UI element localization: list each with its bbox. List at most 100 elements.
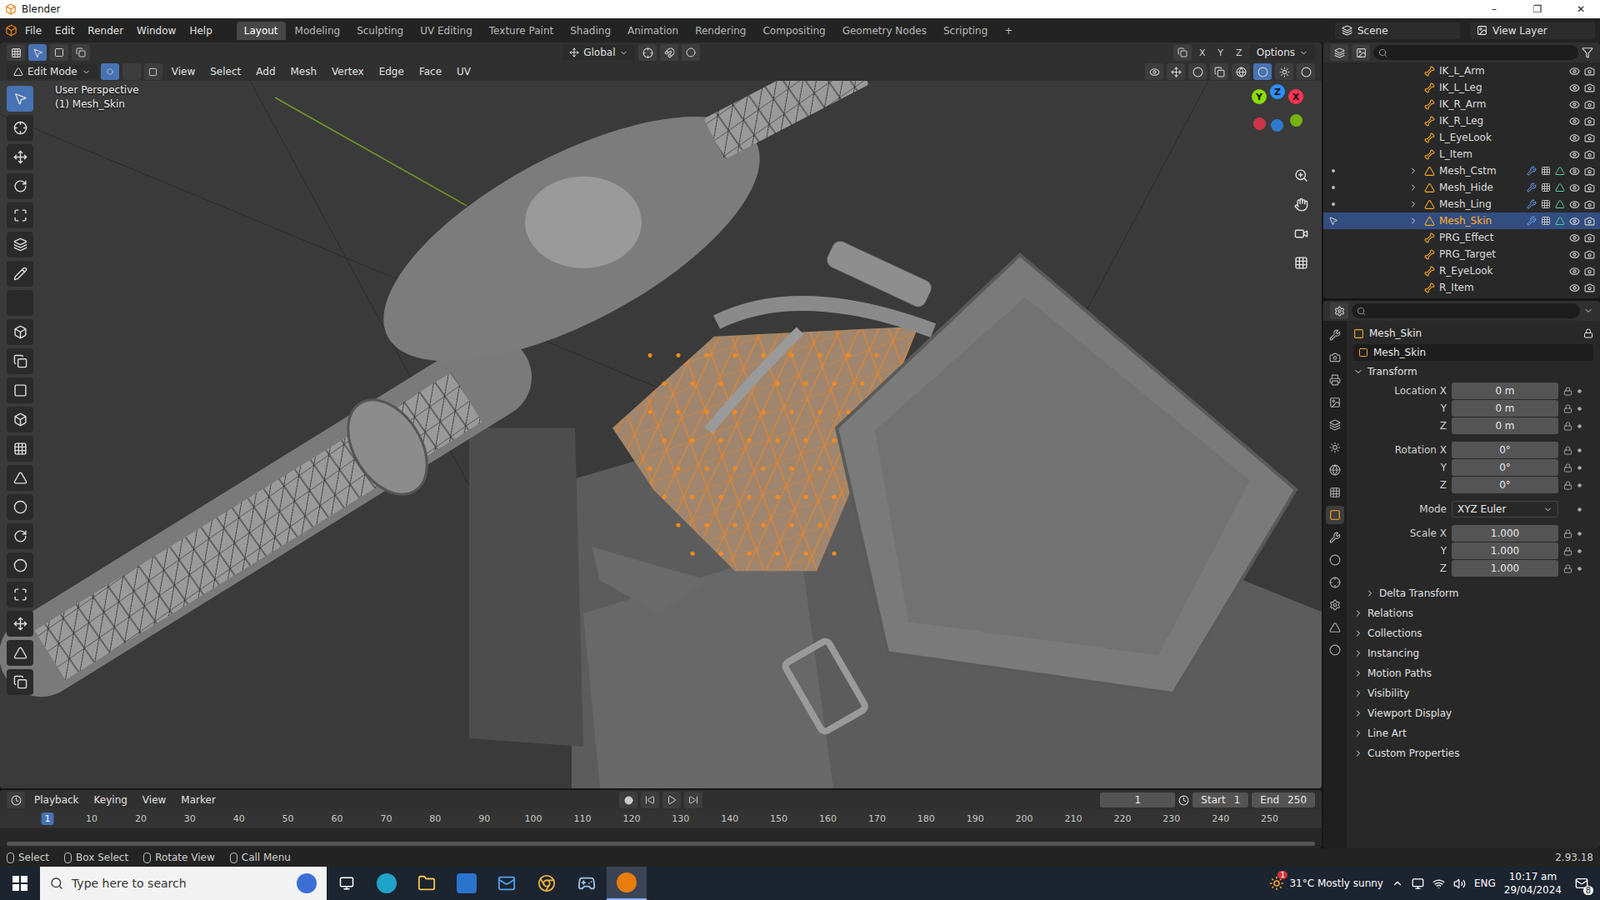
- editor-type-button[interactable]: [6, 791, 25, 809]
- tray-expand-icon[interactable]: [1391, 877, 1404, 890]
- start-frame-field[interactable]: Start1: [1192, 792, 1249, 808]
- properties-tab[interactable]: [1325, 325, 1345, 345]
- wireframe-shading-button[interactable]: [1231, 63, 1250, 80]
- outliner-row[interactable]: Mesh_Ling: [1323, 195, 1600, 213]
- timeline-menu-item[interactable]: Keying: [88, 791, 134, 809]
- modifier-icon[interactable]: [1526, 182, 1537, 193]
- viewport-menu-item[interactable]: View: [165, 63, 201, 80]
- network-icon[interactable]: [1432, 877, 1445, 890]
- properties-tab[interactable]: [1325, 640, 1345, 660]
- mode-dot[interactable]: [1331, 185, 1335, 190]
- tool-button[interactable]: [6, 494, 34, 520]
- gizmo-button[interactable]: [1166, 63, 1185, 80]
- lock-icon[interactable]: [1563, 445, 1573, 455]
- editor-type-button[interactable]: [6, 44, 25, 61]
- eye-icon[interactable]: [1569, 115, 1580, 127]
- vertex-group-icon[interactable]: [1540, 165, 1551, 176]
- gizmo-negative-axis[interactable]: [1270, 119, 1284, 132]
- orientation-dropdown[interactable]: Global: [562, 45, 635, 60]
- pin-icon[interactable]: [1583, 328, 1594, 339]
- taskbar-search[interactable]: Type here to search: [40, 866, 327, 900]
- workspace-tab[interactable]: Layout: [236, 21, 286, 40]
- expand-arrow-icon[interactable]: [1408, 182, 1419, 193]
- edge-app[interactable]: [366, 866, 407, 900]
- workspace-tab[interactable]: Compositing: [755, 21, 833, 40]
- clock[interactable]: 10:17 am29/04/2024: [1504, 870, 1562, 897]
- weather-widget[interactable]: 131°C Mostly sunny: [1269, 875, 1384, 891]
- render-camera-icon[interactable]: [1584, 65, 1595, 77]
- mode-dropdown[interactable]: Edit Mode: [6, 64, 98, 80]
- mode-dot[interactable]: [1331, 169, 1335, 173]
- modifier-icon[interactable]: [1526, 199, 1537, 210]
- properties-panel-header[interactable]: Relations: [1353, 604, 1594, 623]
- property-field[interactable]: 1.000: [1451, 542, 1559, 560]
- expand-arrow-icon[interactable]: [1408, 199, 1419, 210]
- keyframe-dot-icon[interactable]: [1577, 483, 1582, 488]
- timeline-menu-item[interactable]: Marker: [175, 791, 221, 809]
- navigation-gizmo[interactable]: YZX: [1248, 87, 1307, 146]
- mail-app[interactable]: [486, 866, 527, 900]
- outliner-row[interactable]: PRG_Effect: [1323, 229, 1600, 246]
- expand-arrow-icon[interactable]: [1408, 165, 1419, 176]
- current-frame-field[interactable]: 1: [1100, 792, 1175, 808]
- filter-icon[interactable]: [1581, 46, 1594, 59]
- timeline-track[interactable]: [0, 828, 1322, 849]
- camera-view-button[interactable]: [1290, 222, 1312, 245]
- render-camera-icon[interactable]: [1584, 282, 1595, 294]
- modifier-icon[interactable]: [1526, 215, 1537, 226]
- solid-shading-button[interactable]: [1253, 63, 1272, 80]
- tool-button[interactable]: [6, 144, 34, 170]
- workspace-tab[interactable]: Geometry Nodes: [835, 21, 935, 40]
- workspace-tab[interactable]: Scripting: [935, 21, 995, 40]
- eye-icon[interactable]: [1569, 82, 1580, 94]
- tool-button[interactable]: [6, 202, 34, 229]
- edge-select-button[interactable]: [122, 63, 141, 80]
- property-field[interactable]: 0°: [1451, 459, 1559, 476]
- axis-toggle[interactable]: Z: [1231, 45, 1247, 60]
- outliner-row[interactable]: IK_L_Arm: [1323, 62, 1600, 80]
- outliner-row[interactable]: L_Item: [1323, 145, 1600, 163]
- lock-icon[interactable]: [1563, 564, 1573, 574]
- properties-tab[interactable]: [1325, 348, 1345, 367]
- eye-icon[interactable]: [1569, 215, 1580, 227]
- viewport-menu-item[interactable]: Mesh: [285, 63, 324, 80]
- ortho-button[interactable]: [1290, 251, 1312, 274]
- chevron-down-icon[interactable]: [1583, 305, 1594, 316]
- mesh-data-icon[interactable]: [1555, 215, 1565, 226]
- properties-tab[interactable]: [1325, 483, 1345, 502]
- outliner-row[interactable]: Mesh_Skin: [1323, 212, 1600, 230]
- properties-tab[interactable]: [1325, 528, 1345, 547]
- eye-icon[interactable]: [1569, 132, 1580, 144]
- outliner-row[interactable]: PRG_Target: [1323, 245, 1600, 263]
- viewport-menu-item[interactable]: Add: [250, 63, 281, 80]
- keyframe-dot-icon[interactable]: [1577, 549, 1582, 554]
- lock-icon[interactable]: [1563, 546, 1573, 556]
- viewport-menu-item[interactable]: UV: [450, 63, 477, 80]
- select-mode-button[interactable]: [71, 44, 90, 61]
- gizmo-axis[interactable]: Y: [1251, 89, 1267, 105]
- menu-item[interactable]: File: [19, 22, 48, 40]
- viewport-menu-item[interactable]: Face: [413, 63, 448, 80]
- render-camera-icon[interactable]: [1584, 132, 1595, 144]
- language-indicator[interactable]: ENG: [1474, 877, 1496, 890]
- properties-panel-header[interactable]: Motion Paths: [1353, 664, 1594, 683]
- property-field[interactable]: 0 m: [1451, 382, 1559, 400]
- tool-button[interactable]: [6, 640, 34, 666]
- properties-tab[interactable]: [1325, 370, 1345, 390]
- render-camera-icon[interactable]: [1584, 115, 1595, 127]
- gizmo-negative-axis[interactable]: [1253, 117, 1266, 130]
- material-shading-button[interactable]: [1275, 63, 1294, 80]
- keyframe-dot-icon[interactable]: [1577, 406, 1582, 411]
- viewport-menu-item[interactable]: Select: [204, 63, 247, 80]
- tool-button[interactable]: [6, 435, 34, 462]
- render-camera-icon[interactable]: [1584, 215, 1595, 227]
- options-dropdown[interactable]: Options: [1250, 45, 1315, 60]
- properties-panel-header[interactable]: Viewport Display: [1353, 704, 1594, 723]
- tool-button[interactable]: [6, 552, 34, 579]
- outliner-row[interactable]: Mesh_Cstm: [1323, 162, 1600, 180]
- properties-tab[interactable]: [1325, 550, 1345, 570]
- outliner-row[interactable]: L_EyeLook: [1323, 129, 1600, 146]
- properties-panel-header[interactable]: Custom Properties: [1353, 744, 1594, 763]
- render-camera-icon[interactable]: [1584, 249, 1595, 260]
- gizmo-negative-axis[interactable]: [1290, 114, 1303, 127]
